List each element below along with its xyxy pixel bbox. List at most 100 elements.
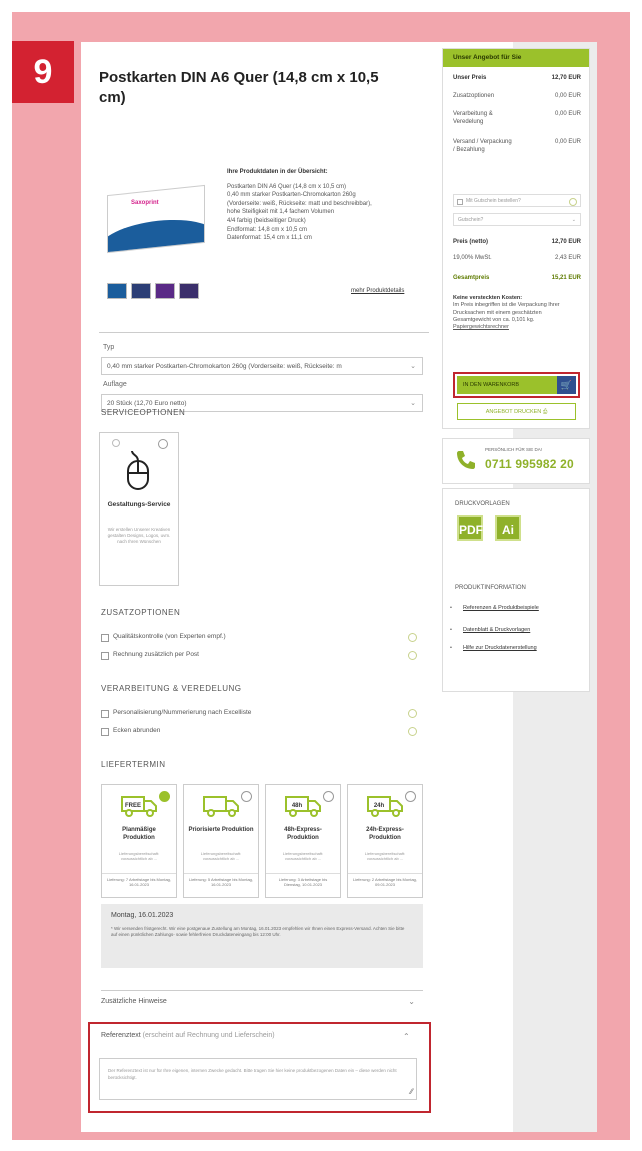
delivery-option-standard[interactable]: FREE Planmäßige Produktion Lieferungsber… (101, 784, 177, 898)
product-overview: Ihre Produktdaten in der Übersicht: Post… (227, 168, 427, 243)
voucher-checkbox-row[interactable]: Mit Gutschein bestellen? (453, 194, 581, 207)
ai-file-icon[interactable]: Ai (495, 515, 521, 541)
print-offer-label: ANGEBOT DRUCKEN (485, 409, 542, 415)
downloads-panel: DRUCKVORLAGEN PDF Ai PRODUKTINFORMATION … (442, 488, 590, 692)
hidden-costs-title: Keine versteckten Kosten: (453, 295, 523, 301)
delivery-name: Planmäßige Produktion (122, 827, 156, 841)
reference-placeholder: Der Referenztext ist nur für Ihre eigene… (108, 1068, 397, 1080)
net-price-row: Preis (netto) 12,70 EUR (453, 239, 581, 245)
hints-label: Zusätzliche Hinweise (101, 998, 167, 1005)
delivery-option-24h[interactable]: 24h 24h-Express-Produktion Lieferungsber… (347, 784, 423, 898)
delivery-date-box: Montag, 16.01.2023 * Wir versenden frist… (101, 904, 423, 968)
price-row: Unser Preis 12,70 EUR (453, 75, 581, 81)
info-icon[interactable] (408, 651, 417, 660)
service-description: Wir erstellen Unserer Kreativen gestalte… (107, 527, 171, 544)
thumbnail-1[interactable] (107, 283, 127, 299)
delivery-radio[interactable] (323, 791, 334, 802)
type-label: Typ (103, 344, 115, 351)
finishing-option-personalisation[interactable]: Personalisierung/Nummerierung nach Excel… (101, 708, 423, 720)
chevron-up-icon[interactable]: ⌃ (403, 1032, 410, 1041)
pdf-file-icon[interactable]: PDF (457, 515, 483, 541)
add-to-cart-button[interactable]: IN DEN WARENKORB (457, 376, 557, 394)
checkbox[interactable] (101, 728, 109, 736)
design-service-card[interactable]: Gestaltungs-Service Wir erstellen Unsere… (99, 432, 179, 586)
print-offer-button[interactable]: ANGEBOT DRUCKEN ⎙ (457, 403, 576, 420)
thumbnail-2[interactable] (131, 283, 151, 299)
weight-calculator-link[interactable]: Papiergewichtsrechner (453, 324, 579, 331)
overview-line: Postkarten DIN A6 Quer (14,8 cm x 10,5 c… (227, 183, 347, 190)
option-label: Ecken abrunden (113, 727, 161, 734)
type-select[interactable]: 0,40 mm starker Postkarten-Chromokarton … (101, 357, 423, 375)
delivery-option-48h[interactable]: 48h 48h-Express-Produktion Lieferungsber… (265, 784, 341, 898)
delivery-date: Lieferung: 7 Arbeitstage bis Montag, 16.… (106, 877, 172, 887)
delivery-note: * Wir versenden fristgerecht. Wir eine p… (111, 926, 405, 937)
option-label: Rechnung zusätzlich per Post (113, 651, 199, 658)
chevron-down-icon: ⌄ (571, 217, 576, 223)
extras-heading: ZUSATZOPTIONEN (101, 608, 181, 617)
info-icon[interactable] (569, 198, 577, 206)
price-row: Zusatzoptionen 0,00 EUR (453, 93, 581, 99)
delivery-date: Lieferung: 5 Arbeitstage bis Montag, 16.… (188, 877, 254, 887)
product-info-link-datasheet[interactable]: Datenblatt & Druckvorlagen (450, 627, 581, 634)
truck-icon: 24h (367, 796, 403, 817)
voucher-select[interactable]: Gutschein? ⌄ (453, 213, 581, 226)
more-details-link[interactable]: mehr Produktdetails (351, 288, 404, 294)
reference-textarea[interactable]: Der Referenztext ist nur für Ihre eigene… (99, 1058, 417, 1100)
delivery-radio-selected[interactable] (159, 791, 170, 802)
product-info-link-help[interactable]: Hilfe zur Druckdatenerstellung (450, 645, 581, 652)
info-icon[interactable] (408, 633, 417, 642)
delivery-radio[interactable] (241, 791, 252, 802)
info-icon[interactable] (408, 727, 417, 736)
thumbnail-3[interactable] (155, 283, 175, 299)
configurator: Postkarten DIN A6 Quer (14,8 cm x 10,5 c… (81, 42, 433, 1132)
delivery-date: Lieferung: 2 Arbeitstage bis Montag, 09.… (352, 877, 418, 887)
divider (99, 332, 429, 333)
price-row: Versand / Verpackung / Bezahlung 0,00 EUR (453, 139, 581, 153)
info-icon[interactable] (408, 709, 417, 718)
delivery-date-value: Montag, 16.01.2023 (111, 912, 174, 919)
delivery-heading: LIEFERTERMIN (101, 760, 166, 769)
delivery-radio[interactable] (405, 791, 416, 802)
phone-number[interactable]: 0711 995982 20 (485, 457, 574, 471)
voucher-placeholder: Gutschein? (458, 217, 484, 223)
option-label: Personalisierung/Nummerierung nach Excel… (113, 709, 252, 716)
product-info-heading: PRODUKTINFORMATION (455, 585, 526, 591)
checkbox[interactable] (101, 652, 109, 660)
overview-line: (Vorderseite: weiß, Rückseite: matt und … (227, 200, 372, 207)
overview-line: hohe Steifigkeit mit 1,4 fachem Volumen (227, 209, 335, 216)
extra-option-quality[interactable]: Qualitätskontrolle (von Experten empf.) (101, 632, 423, 644)
total-row: Gesamtpreis 15,21 EUR (453, 275, 581, 281)
chevron-down-icon: ⌄ (410, 400, 416, 407)
run-select-value: 20 Stück (12,70 Euro netto) (107, 400, 187, 407)
resize-handle-icon[interactable]: ∕∕ (410, 1087, 413, 1096)
product-title: Postkarten DIN A6 Quer (14,8 cm x 10,5 c… (99, 69, 379, 106)
finishing-heading: VERARBEITUNG & VEREDELUNG (101, 684, 242, 693)
finishing-option-corners[interactable]: Ecken abrunden (101, 726, 423, 738)
overview-line: 4/4 farbig (beidseitiger Druck) (227, 217, 306, 224)
checkbox[interactable] (457, 199, 463, 205)
hidden-costs-note: Keine versteckten Kosten: Im Preis inbeg… (453, 295, 579, 331)
service-radio[interactable] (158, 439, 168, 449)
contact-panel: PERSÖNLICH FÜR SIE DA! 0711 995982 20 (442, 438, 590, 484)
vat-row: 19,00% MwSt. 2,43 EUR (453, 255, 581, 261)
reference-heading[interactable]: Referenztext (erscheint auf Rechnung und… (101, 1032, 275, 1039)
printer-icon: ⎙ (542, 409, 548, 415)
cart-icon[interactable]: 🛒 (557, 376, 576, 394)
checkbox[interactable] (101, 710, 109, 718)
thumbnail-4[interactable] (179, 283, 199, 299)
info-icon (112, 439, 120, 447)
product-image[interactable]: Saxoprint (107, 184, 205, 254)
delivery-option-priority[interactable]: Priorisierte Produktion Lieferungsbereit… (183, 784, 259, 898)
hints-accordion[interactable]: Zusätzliche Hinweise ⌄ (101, 990, 423, 1013)
templates-heading: DRUCKVORLAGEN (455, 501, 510, 507)
checkbox[interactable] (101, 634, 109, 642)
extra-option-invoice[interactable]: Rechnung zusätzlich per Post (101, 650, 423, 662)
delivery-date: Lieferung: 3 Arbeitstage bis Dienstag, 1… (278, 877, 328, 887)
delivery-name: Priorisierte Produktion (188, 827, 254, 833)
product-info-link-references[interactable]: Referenzen & Produktbeispiele (450, 605, 581, 612)
hero-logo: Saxoprint (131, 200, 159, 206)
contact-label: PERSÖNLICH FÜR SIE DA! (485, 447, 543, 452)
delivery-sub: Lieferungsbereitschaft: voraussichtlich … (364, 851, 406, 861)
reference-title: Referenztext (101, 1032, 141, 1039)
price-row: Verarbeitung & Veredelung 0,00 EUR (453, 111, 581, 125)
